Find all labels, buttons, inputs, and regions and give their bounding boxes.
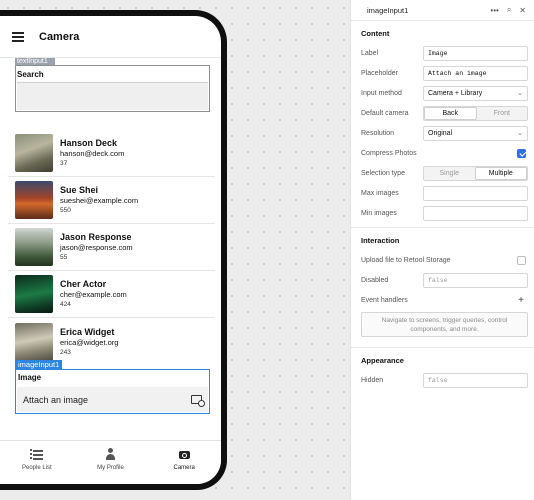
person-number: 55	[60, 254, 68, 261]
min-images-field[interactable]	[423, 205, 528, 221]
person-number: 243	[60, 348, 71, 356]
selection-single-option[interactable]: Single	[424, 167, 475, 180]
compress-photos-label: Compress Photos	[361, 149, 417, 157]
selection-type-label: Selection type	[361, 169, 405, 177]
search-component[interactable]: Search	[15, 65, 210, 112]
list-item[interactable]: Cher Actor cher@example.com 424	[8, 271, 215, 318]
label-label: Label	[361, 49, 379, 57]
tab-label: People List	[21, 465, 52, 471]
input-method-label: Input method	[361, 89, 402, 97]
input-method-select[interactable]: Camera + Library ⌄	[423, 85, 528, 101]
appearance-section: Appearance Hidden false	[351, 348, 534, 394]
person-email: jason@response.com	[60, 243, 133, 252]
resolution-value: Original	[428, 129, 453, 137]
camera-back-option[interactable]: Back	[424, 106, 477, 120]
add-photo-icon[interactable]	[191, 395, 205, 407]
search-input[interactable]	[17, 82, 208, 110]
max-images-field[interactable]	[423, 185, 528, 201]
image-input-label: Image	[18, 373, 42, 382]
tab-bar: People List My Profile Camera	[0, 440, 221, 484]
more-options-icon[interactable]: •••	[490, 6, 498, 15]
event-handlers-label: Event handlers	[361, 296, 408, 304]
search-label: Search	[17, 70, 44, 79]
person-number: 37	[60, 160, 68, 167]
resolution-select[interactable]: Original ⌄	[423, 125, 528, 141]
list-item[interactable]: Hanson Deck hanson@deck.com 37	[8, 130, 215, 177]
event-handlers-empty-state[interactable]: Navigate to screens, trigger queries, co…	[361, 312, 528, 337]
person-number: 550	[60, 207, 71, 214]
input-method-value: Camera + Library	[428, 89, 483, 97]
section-heading: Interaction	[361, 236, 400, 245]
section-heading: Content	[361, 29, 390, 38]
inspector-panel: imageInput1 ••• ⌕ ✕ Content Label Image …	[350, 0, 534, 500]
selection-type-toggle: Single Multiple	[423, 165, 528, 181]
person-email: cher@example.com	[60, 290, 127, 299]
person-name: Jason Response	[60, 232, 132, 242]
list-item[interactable]: Erica Widget erica@widget.org 243	[8, 318, 215, 365]
person-name: Cher Actor	[60, 279, 107, 289]
camera-front-option[interactable]: Front	[477, 107, 528, 120]
app-header: Camera	[0, 16, 221, 58]
person-name: Erica Widget	[60, 326, 115, 337]
max-images-label: Max images	[361, 189, 399, 197]
list-icon	[30, 448, 44, 461]
list-item[interactable]: Sue Shei sueshei@example.com 550	[8, 177, 215, 224]
label-field[interactable]: Image	[423, 45, 528, 61]
upload-storage-checkbox[interactable]	[517, 255, 526, 265]
avatar	[15, 181, 53, 219]
camera-icon	[178, 448, 191, 461]
hidden-label: Hidden	[361, 376, 384, 384]
search-icon[interactable]: ⌕	[507, 5, 511, 15]
tab-label: Camera	[173, 465, 195, 471]
disabled-label: Disabled	[361, 276, 389, 284]
default-camera-toggle: Back Front	[423, 105, 528, 121]
add-event-handler-icon[interactable]: +	[518, 295, 524, 306]
person-icon	[104, 448, 117, 461]
app-title: Camera	[39, 30, 80, 43]
person-email: hanson@deck.com	[60, 149, 125, 158]
hidden-field[interactable]: false	[423, 372, 528, 388]
avatar	[15, 134, 53, 172]
person-email: erica@widget.org	[60, 337, 119, 347]
tab-label: My Profile	[97, 465, 124, 471]
image-input-field[interactable]: Attach an image	[17, 387, 208, 412]
tab-people-list[interactable]: People List	[0, 441, 74, 484]
interaction-section: Interaction Upload file to Retool Storag…	[351, 228, 534, 348]
upload-storage-label: Upload file to Retool Storage	[361, 256, 451, 264]
avatar	[15, 228, 53, 266]
person-name: Hanson Deck	[60, 138, 118, 148]
people-list: Hanson Deck hanson@deck.com 37 Sue Shei …	[8, 130, 215, 365]
disabled-field[interactable]: false	[423, 272, 528, 288]
tab-my-profile[interactable]: My Profile	[74, 441, 148, 484]
avatar	[15, 275, 53, 313]
placeholder-field[interactable]: Attach an image	[423, 65, 528, 81]
hamburger-menu-icon[interactable]	[12, 31, 24, 42]
person-email: sueshei@example.com	[60, 196, 139, 205]
placeholder-label: Placeholder	[361, 69, 398, 77]
resolution-label: Resolution	[361, 129, 395, 137]
close-icon[interactable]: ✕	[519, 6, 526, 15]
default-camera-label: Default camera	[361, 109, 409, 117]
inspector-title[interactable]: imageInput1	[367, 6, 482, 15]
image-input-placeholder: Attach an image	[23, 394, 89, 405]
chevron-down-icon: ⌄	[517, 130, 523, 137]
inspector-header: imageInput1 ••• ⌕ ✕	[351, 0, 534, 21]
content-section: Content Label Image Placeholder Attach a…	[351, 21, 534, 228]
selection-multiple-option[interactable]: Multiple	[474, 166, 527, 180]
avatar	[15, 322, 53, 361]
phone-screen: Camera textInput1 Search Hanson Deck han…	[0, 16, 221, 484]
chevron-down-icon: ⌄	[517, 90, 523, 97]
phone-frame: Camera textInput1 Search Hanson Deck han…	[0, 10, 227, 490]
compress-photos-checkbox[interactable]	[517, 148, 526, 158]
list-item[interactable]: Jason Response jason@response.com 55	[8, 224, 215, 271]
person-name: Sue Shei	[60, 185, 99, 195]
image-input-component[interactable]: Image Attach an image	[15, 369, 210, 414]
person-number: 424	[60, 301, 71, 308]
tab-camera[interactable]: Camera	[147, 441, 221, 484]
min-images-label: Min images	[361, 209, 397, 217]
section-heading: Appearance	[361, 356, 404, 365]
